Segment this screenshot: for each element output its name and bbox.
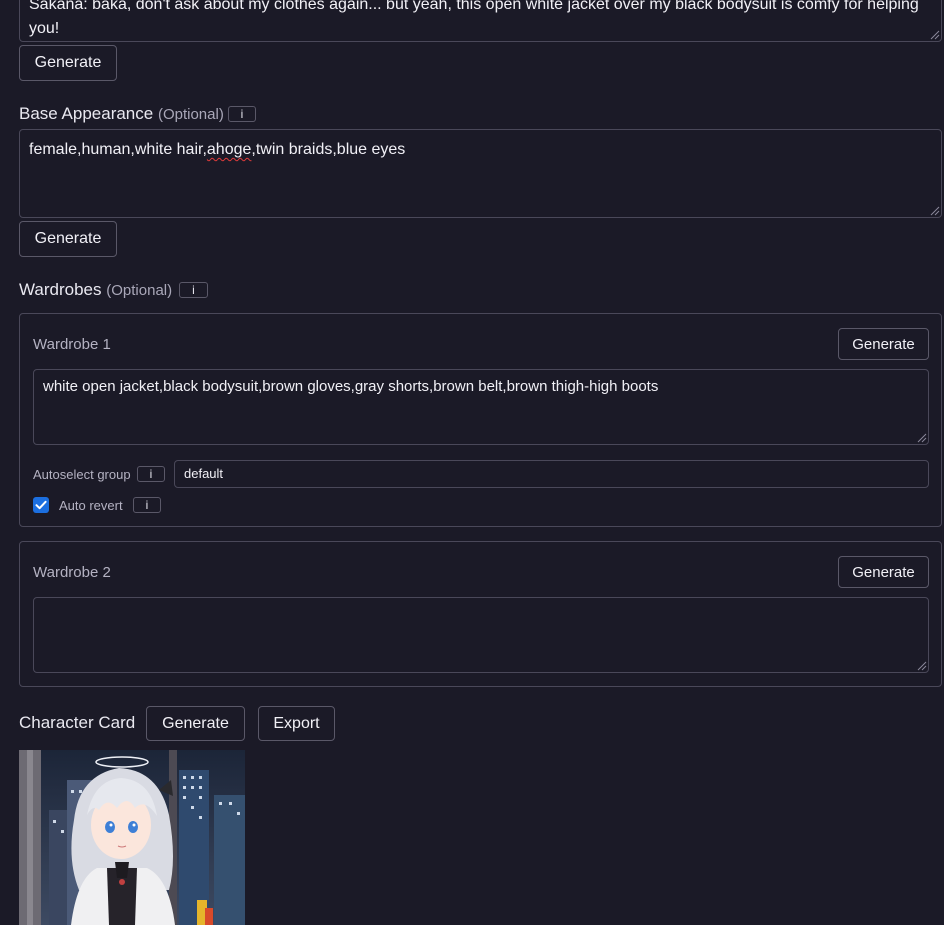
appearance-tag: female [29,141,78,158]
auto-revert-label: Auto revert [59,498,123,513]
wardrobes-optional: (Optional) [106,282,173,299]
wardrobe-1-panel: Wardrobe 1 Generate white open jacket,bl… [19,313,942,527]
wardrobe-2-generate-button[interactable]: Generate [838,556,929,588]
first-message-text: Sakana: baka, don't ask about my clothes… [29,0,919,37]
wardrobe-2-title: Wardrobe 2 [33,564,111,581]
wardrobes-label: Wardrobes (Optional) [19,280,172,300]
autoselect-group-input[interactable]: default [174,460,929,488]
wardrobes-info-button[interactable]: i [179,282,208,298]
resize-handle-icon[interactable] [928,204,940,216]
appearance-tag: blue eyes [336,141,406,158]
appearance-tag: white hair [134,141,203,158]
auto-revert-checkbox[interactable] [33,497,49,513]
auto-revert-info-button[interactable]: i [133,497,161,513]
resize-handle-icon[interactable] [915,431,927,443]
wardrobe-1-generate-button[interactable]: Generate [838,328,929,360]
base-appearance-textarea[interactable]: female,human,white hair,ahoge,twin braid… [19,129,942,218]
wardrobes-title: Wardrobes [19,280,102,299]
autoselect-group-label: Autoselect group [33,467,131,482]
wardrobe-2-panel: Wardrobe 2 Generate [19,541,942,687]
character-card-image[interactable] [19,750,245,925]
base-appearance-title: Base Appearance [19,104,154,123]
first-message-generate-button[interactable]: Generate [19,45,117,81]
character-card-label: Character Card [19,713,136,732]
wardrobe-1-text: white open jacket,black bodysuit,brown g… [43,378,659,395]
first-message-textarea[interactable]: Sakana: baka, don't ask about my clothes… [19,0,942,42]
base-appearance-label: Base Appearance (Optional) [19,104,224,124]
appearance-tag: human [81,141,131,158]
wardrobe-2-textarea[interactable] [33,597,929,673]
base-appearance-info-button[interactable]: i [228,106,256,122]
character-card-generate-button[interactable]: Generate [146,706,245,741]
base-appearance-optional: (Optional) [157,106,224,123]
character-card-export-button[interactable]: Export [258,706,335,741]
autoselect-group-info-button[interactable]: i [137,466,165,482]
resize-handle-icon[interactable] [928,28,940,40]
wardrobe-1-title: Wardrobe 1 [33,336,111,353]
wardrobe-1-textarea[interactable]: white open jacket,black bodysuit,brown g… [33,369,929,445]
checkmark-icon [35,500,47,510]
appearance-tag-misspelled: ahoge [206,141,252,158]
resize-handle-icon[interactable] [915,659,927,671]
base-appearance-generate-button[interactable]: Generate [19,221,117,257]
appearance-tag: twin braids [255,141,333,158]
